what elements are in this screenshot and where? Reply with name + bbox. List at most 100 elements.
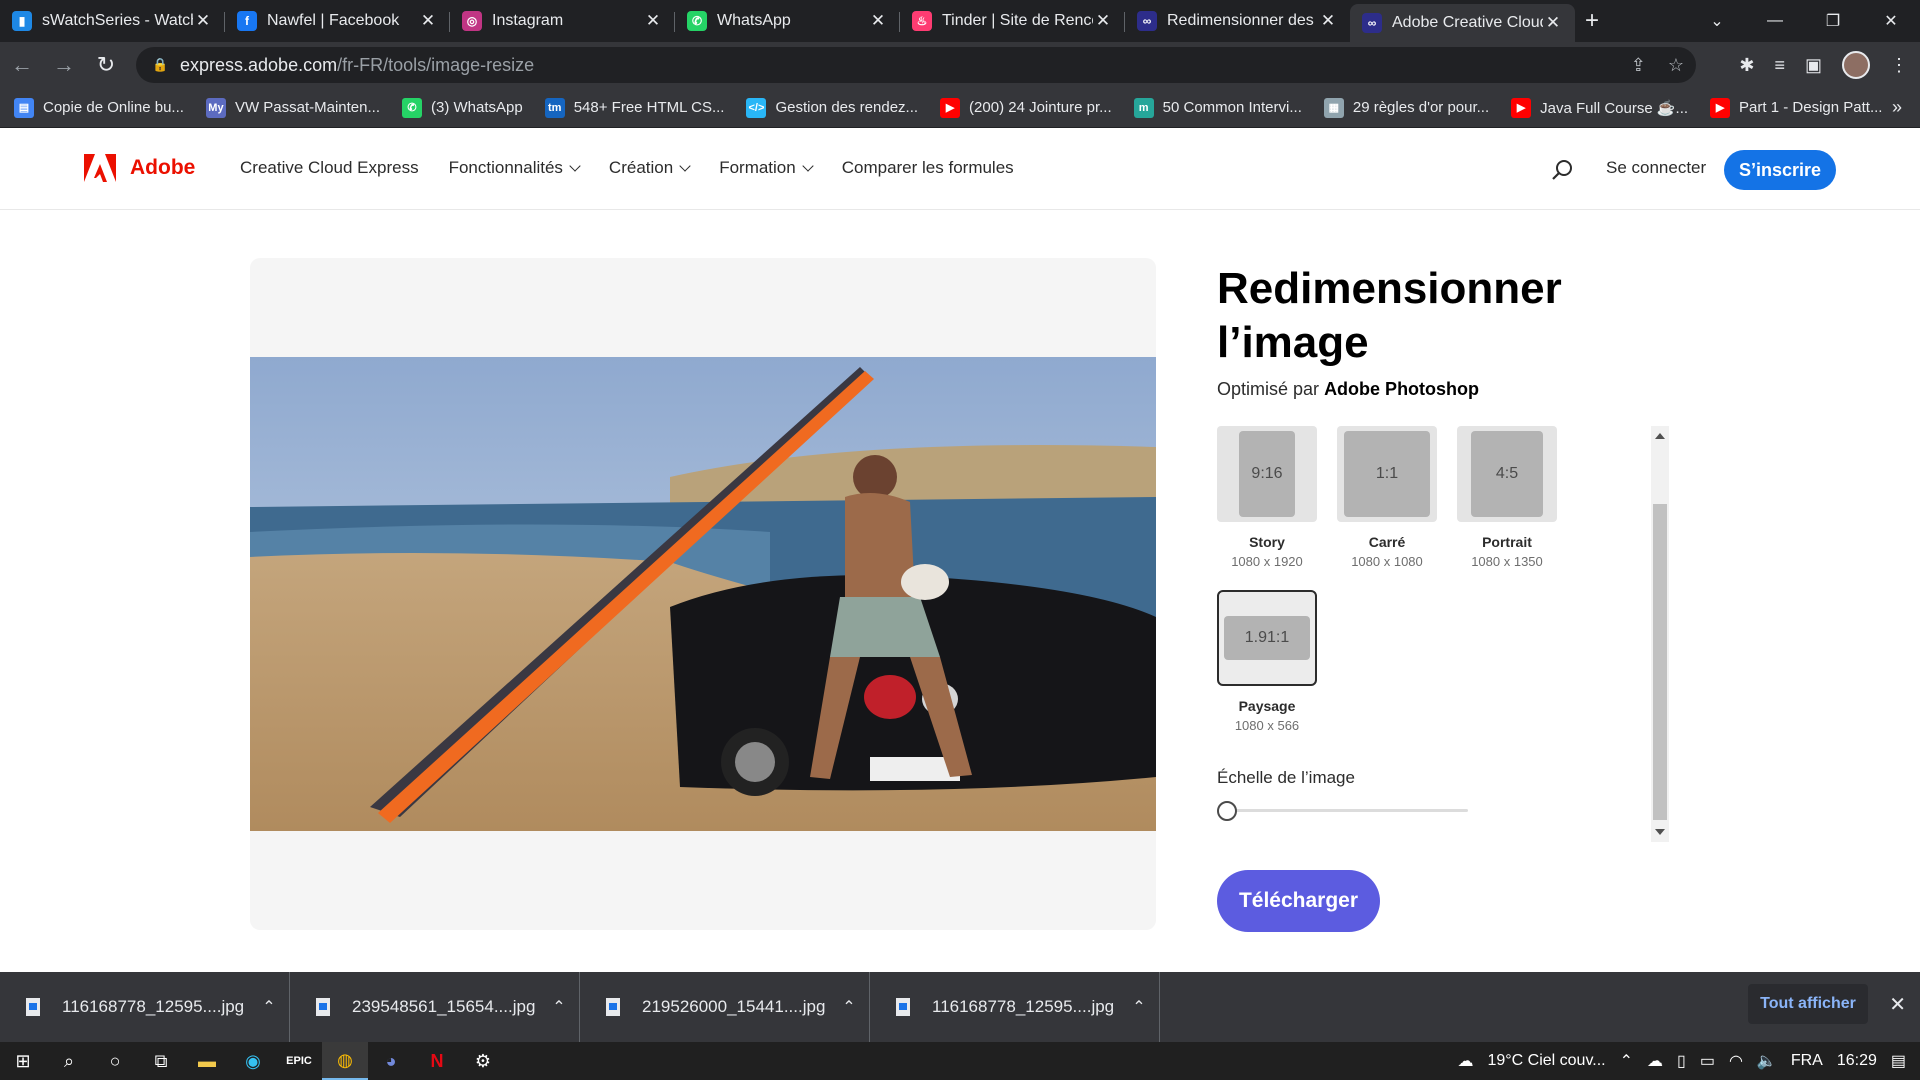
close-tab-icon[interactable]: ✕ [1093, 11, 1113, 31]
browser-tab[interactable]: ✆ WhatsApp ✕ [675, 0, 900, 42]
ratio-card[interactable]: 1:1 [1337, 426, 1437, 522]
scale-slider-track[interactable] [1234, 809, 1468, 812]
cortana-icon[interactable]: ○ [92, 1042, 138, 1080]
ratio-option-carré[interactable]: 1:1 Carré 1080 x 1080 [1337, 426, 1437, 569]
restore-button[interactable]: ❐ [1804, 0, 1862, 42]
chrome-taskbar-icon[interactable]: ◍ [322, 1042, 368, 1080]
bookmark-item[interactable]: ▦ 29 règles d'or pour... [1323, 97, 1489, 118]
notifications-icon[interactable]: ▤ [1891, 1051, 1906, 1071]
login-link[interactable]: Se connecter [1606, 158, 1706, 178]
browser-tab[interactable]: ∞ Redimensionner des i ✕ [1125, 0, 1350, 42]
tab-search-icon[interactable]: ⌄ [1688, 0, 1746, 42]
bookmarks-overflow-icon[interactable]: » [1892, 97, 1902, 118]
ratio-option-portrait[interactable]: 4:5 Portrait 1080 x 1350 [1457, 426, 1557, 569]
scroll-down-arrow-icon[interactable] [1655, 829, 1665, 835]
taskbar-search-icon[interactable]: ⌕ [46, 1042, 92, 1080]
close-tab-icon[interactable]: ✕ [1318, 11, 1338, 31]
chevron-up-icon[interactable]: ⌃ [829, 997, 869, 1017]
devices-icon[interactable]: ▯ [1677, 1051, 1686, 1071]
bookmark-star-icon[interactable]: ☆ [1668, 55, 1684, 76]
language-indicator[interactable]: FRA [1791, 1052, 1823, 1070]
adobe-logo-icon [84, 154, 116, 182]
download-button[interactable]: Télécharger [1217, 870, 1380, 932]
share-icon[interactable]: ⇪ [1631, 55, 1646, 76]
profile-avatar[interactable] [1842, 51, 1870, 79]
clock[interactable]: 16:29 [1837, 1052, 1877, 1070]
close-tab-icon[interactable]: ✕ [418, 11, 438, 31]
back-button[interactable]: ← [2, 45, 42, 85]
download-item[interactable]: 116168778_12595....jpg ⌃ [870, 972, 1160, 1042]
signup-button[interactable]: S’inscrire [1724, 150, 1836, 190]
bookmark-item[interactable]: My VW Passat-Mainten... [205, 97, 380, 118]
settings-gear-icon[interactable]: ⚙ [460, 1042, 506, 1080]
bookmark-item[interactable]: tm 548+ Free HTML CS... [544, 97, 724, 118]
chrome-menu-icon[interactable]: ⋮ [1890, 55, 1908, 76]
bookmark-item[interactable]: </> Gestion des rendez... [746, 97, 918, 118]
minimize-button[interactable]: — [1746, 0, 1804, 42]
scale-slider-thumb[interactable] [1217, 801, 1237, 821]
browser-tab[interactable]: ∞ Adobe Creative Cloud ✕ [1350, 4, 1575, 42]
battery-icon[interactable]: ▭ [1700, 1051, 1715, 1071]
epic-games-icon[interactable]: EPIC [276, 1042, 322, 1080]
close-tab-icon[interactable]: ✕ [193, 11, 213, 31]
side-panel-icon[interactable]: ▣ [1805, 55, 1822, 76]
url-bar[interactable]: 🔒 express.adobe.com/fr-FR/tools/image-re… [136, 47, 1696, 83]
chevron-up-icon[interactable]: ⌃ [249, 997, 289, 1017]
browser-tab[interactable]: ◎ Instagram ✕ [450, 0, 675, 42]
browser-tab[interactable]: f Nawfel | Facebook ✕ [225, 0, 450, 42]
browser-tab[interactable]: ♨ Tinder | Site de Renco ✕ [900, 0, 1125, 42]
forward-button[interactable]: → [44, 45, 84, 85]
ratio-card[interactable]: 4:5 [1457, 426, 1557, 522]
bookmark-item[interactable]: ▶ (200) 24 Jointure pr... [940, 97, 1112, 118]
bookmarks-bar: ▤ Copie de Online bu... My VW Passat-Mainte… [0, 88, 1920, 128]
reload-button[interactable]: ↻ [86, 45, 126, 85]
download-item[interactable]: 116168778_12595....jpg ⌃ [0, 972, 290, 1042]
bookmark-item[interactable]: m 50 Common Intervi... [1133, 97, 1302, 118]
discord-icon[interactable]: ◕ [368, 1042, 414, 1080]
ratio-option-paysage[interactable]: 1.91:1 Paysage 1080 x 566 [1217, 590, 1317, 733]
chevron-up-icon[interactable]: ⌃ [1119, 997, 1159, 1017]
nav-fonctionnalites[interactable]: Fonctionnalités [449, 158, 581, 178]
close-tab-icon[interactable]: ✕ [643, 11, 663, 31]
nav-creative-cloud-express[interactable]: Creative Cloud Express [240, 158, 419, 178]
ratio-card[interactable]: 1.91:1 [1217, 590, 1317, 686]
download-item[interactable]: 239548561_15654....jpg ⌃ [290, 972, 580, 1042]
task-view-icon[interactable]: ⧉ [138, 1042, 184, 1080]
tray-chevron-up-icon[interactable]: ⌃ [1620, 1051, 1633, 1071]
close-tab-icon[interactable]: ✕ [1543, 13, 1563, 33]
chevron-up-icon[interactable]: ⌃ [539, 997, 579, 1017]
search-icon[interactable] [1550, 158, 1574, 182]
adobe-logo[interactable]: Adobe [84, 154, 195, 182]
bookmark-item[interactable]: ▤ Copie de Online bu... [14, 97, 184, 118]
show-all-downloads-button[interactable]: Tout afficher [1748, 984, 1868, 1024]
new-tab-button[interactable]: + [1575, 0, 1609, 42]
file-explorer-icon[interactable]: ▬ [184, 1042, 230, 1080]
scroll-up-arrow-icon[interactable] [1655, 433, 1665, 439]
bookmark-item[interactable]: ✆ (3) WhatsApp [402, 97, 523, 118]
volume-icon[interactable]: 🔈 [1757, 1051, 1777, 1071]
close-window-button[interactable]: ✕ [1862, 0, 1920, 42]
weather-text[interactable]: 19°C Ciel couv... [1487, 1052, 1605, 1070]
onedrive-icon[interactable]: ☁ [1647, 1051, 1663, 1071]
panel-scrollbar[interactable] [1651, 426, 1669, 842]
weather-cloud-icon[interactable]: ☁ [1457, 1051, 1473, 1071]
close-download-shelf-icon[interactable]: ✕ [1889, 992, 1906, 1017]
ratio-option-story[interactable]: 9:16 Story 1080 x 1920 [1217, 426, 1317, 569]
windows-start-icon[interactable]: ⊞ [0, 1042, 46, 1080]
nav-formation[interactable]: Formation [719, 158, 814, 178]
bookmark-item[interactable]: ▶ Java Full Course ☕... [1511, 97, 1688, 118]
nav-creation[interactable]: Création [609, 158, 691, 178]
scrollbar-thumb[interactable] [1653, 504, 1667, 820]
ratio-card[interactable]: 9:16 [1217, 426, 1317, 522]
download-item[interactable]: 219526000_15441....jpg ⌃ [580, 972, 870, 1042]
bookmark-item[interactable]: ▶ Part 1 - Design Patt... [1710, 97, 1882, 118]
close-tab-icon[interactable]: ✕ [868, 11, 888, 31]
netflix-icon[interactable]: N [414, 1042, 460, 1080]
edge-icon[interactable]: ◉ [230, 1042, 276, 1080]
scale-label: Échelle de l’image [1217, 768, 1355, 787]
extensions-icon[interactable]: ✱ [1739, 55, 1754, 76]
browser-tab[interactable]: ▮ sWatchSeries - Watch ✕ [0, 0, 225, 42]
wifi-icon[interactable]: ◠ [1729, 1051, 1743, 1071]
nav-comparer-formules[interactable]: Comparer les formules [842, 158, 1014, 178]
media-control-icon[interactable]: ≡ [1774, 55, 1785, 76]
